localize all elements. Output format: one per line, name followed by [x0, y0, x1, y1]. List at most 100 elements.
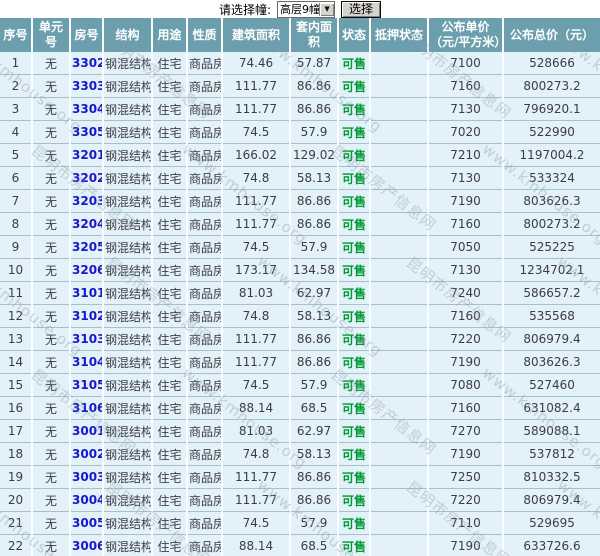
status-badge: 可售: [341, 493, 366, 508]
room-number-link[interactable]: 3105: [72, 378, 101, 392]
table-cell: 钢混结构: [103, 281, 153, 305]
table-cell: 7130: [428, 166, 504, 190]
table-cell: 钢混结构: [103, 304, 153, 328]
room-number-link[interactable]: 3203: [72, 194, 101, 208]
table-cell: 7160: [428, 212, 504, 236]
table-cell: 钢混结构: [103, 373, 153, 397]
cell-room-number: 3005: [70, 511, 104, 535]
room-number-link[interactable]: 3202: [72, 171, 101, 185]
table-cell: 7: [0, 189, 33, 213]
room-number-link[interactable]: 3003: [72, 470, 101, 484]
table-cell: [370, 281, 429, 305]
room-number-link[interactable]: 3002: [72, 447, 101, 461]
room-number-link[interactable]: 3204: [72, 217, 101, 231]
room-number-link[interactable]: 3205: [72, 240, 101, 254]
table-cell: 无: [32, 258, 71, 282]
room-number-link[interactable]: 3201: [72, 148, 101, 162]
table-cell: 商品房: [187, 304, 223, 328]
table-cell: 商品房: [187, 350, 223, 374]
cell-status: 可售: [338, 235, 371, 259]
table-cell: 商品房: [187, 419, 223, 443]
listing-table: 序号 单元号 房号 结构 用途 性质 建筑面积 套内面积 状态 抵押状态 公布单价（元/平方米） 公布…: [0, 18, 600, 556]
building-select[interactable]: 高层9幢 ▼: [277, 0, 336, 18]
table-row: 15 无 3105 钢混结构 住宅 商品房 74.5 57.9 可售 7080 527460: [0, 373, 600, 397]
table-cell: 134.58: [290, 258, 339, 282]
table-cell: 111.77: [222, 212, 291, 236]
table-cell: 86.86: [290, 97, 339, 121]
table-cell: 商品房: [187, 189, 223, 213]
table-cell: [370, 120, 429, 144]
room-number-link[interactable]: 3104: [72, 355, 101, 369]
table-cell: 11: [0, 281, 33, 305]
column-header: 抵押状态: [370, 18, 429, 52]
table-cell: 58.13: [290, 166, 339, 190]
room-number-link[interactable]: 3103: [72, 332, 101, 346]
table-cell: 钢混结构: [103, 235, 153, 259]
table-row: 7 无 3203 钢混结构 住宅 商品房 111.77 86.86 可售 7190 803626.3: [0, 189, 600, 213]
room-number-link[interactable]: 3101: [72, 286, 101, 300]
table-cell: 57.9: [290, 120, 339, 144]
table-cell: 无: [32, 373, 71, 397]
select-button[interactable]: 选择: [341, 0, 382, 18]
table-cell: 86.86: [290, 350, 339, 374]
table-cell: 74.5: [222, 511, 291, 535]
room-number-link[interactable]: 3005: [72, 516, 101, 530]
table-cell: 住宅: [152, 143, 188, 167]
room-number-link[interactable]: 3302: [72, 56, 101, 70]
table-cell: [370, 488, 429, 512]
table-cell: 589088.1: [503, 419, 600, 443]
table-cell: 74.8: [222, 304, 291, 328]
table-cell: 1: [0, 52, 33, 75]
table-row: 11 无 3101 钢混结构 住宅 商品房 81.03 62.97 可售 7240 586657.2: [0, 281, 600, 305]
table-cell: 7160: [428, 74, 504, 98]
table-cell: 10: [0, 258, 33, 282]
status-badge: 可售: [341, 240, 366, 255]
status-badge: 可售: [341, 516, 366, 531]
table-cell: 钢混结构: [103, 511, 153, 535]
room-number-link[interactable]: 3304: [72, 102, 101, 116]
room-number-link[interactable]: 3001: [72, 424, 101, 438]
table-cell: 6: [0, 166, 33, 190]
cell-room-number: 3003: [70, 465, 104, 489]
chevron-down-icon[interactable]: ▼: [319, 2, 335, 16]
table-cell: 74.5: [222, 235, 291, 259]
table-cell: [370, 189, 429, 213]
cell-status: 可售: [338, 419, 371, 443]
room-number-link[interactable]: 3102: [72, 309, 101, 323]
table-cell: 522990: [503, 120, 600, 144]
table-cell: 7130: [428, 97, 504, 121]
table-cell: 86.86: [290, 488, 339, 512]
table-cell: 19: [0, 465, 33, 489]
building-select-label: 请选择幢:: [218, 2, 272, 17]
table-cell: 86.86: [290, 465, 339, 489]
table-cell: 806979.4: [503, 488, 600, 512]
room-number-link[interactable]: 3006: [72, 539, 101, 553]
cell-status: 可售: [338, 350, 371, 374]
table-cell: 钢混结构: [103, 143, 153, 167]
room-number-link[interactable]: 3305: [72, 125, 101, 139]
room-number-link[interactable]: 3106: [72, 401, 101, 415]
room-number-link[interactable]: 3004: [72, 493, 101, 507]
table-cell: 7190: [428, 350, 504, 374]
table-cell: 商品房: [187, 97, 223, 121]
status-badge: 可售: [341, 470, 366, 485]
table-cell: 803626.3: [503, 189, 600, 213]
cell-status: 可售: [338, 373, 371, 397]
cell-status: 可售: [338, 52, 371, 75]
cell-room-number: 3304: [70, 97, 104, 121]
table-cell: [370, 258, 429, 282]
table-cell: 无: [32, 304, 71, 328]
status-badge: 可售: [341, 355, 366, 370]
table-cell: 钢混结构: [103, 120, 153, 144]
room-number-link[interactable]: 3206: [72, 263, 101, 277]
cell-status: 可售: [338, 189, 371, 213]
table-cell: 无: [32, 534, 71, 556]
column-header: 公布单价（元/平方米）: [428, 18, 504, 52]
table-cell: 81.03: [222, 419, 291, 443]
room-number-link[interactable]: 3303: [72, 79, 101, 93]
table-cell: 12: [0, 304, 33, 328]
table-row: 5 无 3201 钢混结构 住宅 商品房 166.02 129.02 可售 7210 1197004…: [0, 143, 600, 167]
table-cell: 无: [32, 442, 71, 466]
cell-status: 可售: [338, 258, 371, 282]
table-cell: 7020: [428, 120, 504, 144]
